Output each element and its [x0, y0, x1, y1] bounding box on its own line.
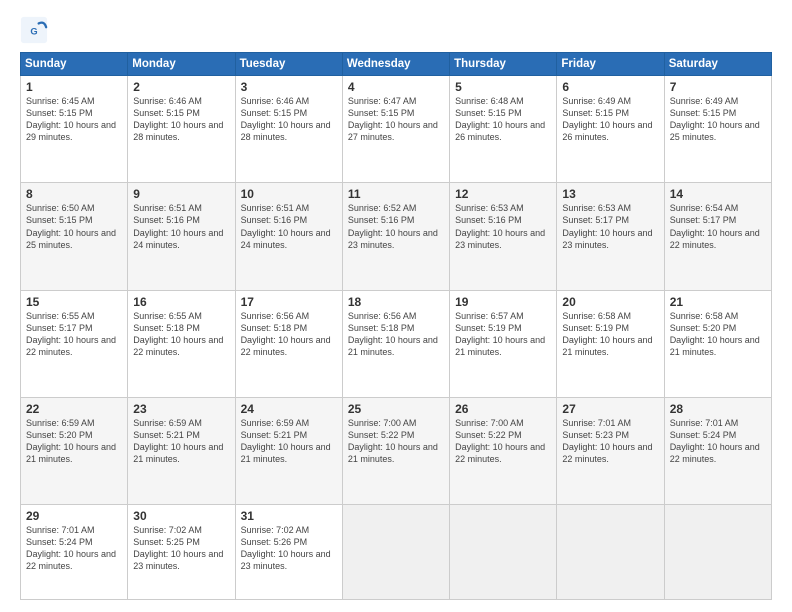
day-cell-30: 30Sunrise: 7:02 AMSunset: 5:25 PMDayligh… — [128, 505, 235, 600]
calendar-week-row: 29Sunrise: 7:01 AMSunset: 5:24 PMDayligh… — [21, 505, 772, 600]
day-cell-21: 21Sunrise: 6:58 AMSunset: 5:20 PMDayligh… — [664, 290, 771, 397]
day-cell-24: 24Sunrise: 6:59 AMSunset: 5:21 PMDayligh… — [235, 397, 342, 504]
empty-cell — [450, 505, 557, 600]
day-cell-16: 16Sunrise: 6:55 AMSunset: 5:18 PMDayligh… — [128, 290, 235, 397]
day-cell-7: 7Sunrise: 6:49 AMSunset: 5:15 PMDaylight… — [664, 76, 771, 183]
header-wednesday: Wednesday — [342, 53, 449, 76]
empty-cell — [664, 505, 771, 600]
day-cell-23: 23Sunrise: 6:59 AMSunset: 5:21 PMDayligh… — [128, 397, 235, 504]
day-cell-2: 2Sunrise: 6:46 AMSunset: 5:15 PMDaylight… — [128, 76, 235, 183]
header-monday: Monday — [128, 53, 235, 76]
day-cell-26: 26Sunrise: 7:00 AMSunset: 5:22 PMDayligh… — [450, 397, 557, 504]
svg-text:G: G — [30, 27, 37, 37]
day-cell-8: 8Sunrise: 6:50 AMSunset: 5:15 PMDaylight… — [21, 183, 128, 290]
day-cell-29: 29Sunrise: 7:01 AMSunset: 5:24 PMDayligh… — [21, 505, 128, 600]
day-cell-17: 17Sunrise: 6:56 AMSunset: 5:18 PMDayligh… — [235, 290, 342, 397]
header-friday: Friday — [557, 53, 664, 76]
logo-icon: G — [20, 16, 48, 44]
day-cell-20: 20Sunrise: 6:58 AMSunset: 5:19 PMDayligh… — [557, 290, 664, 397]
calendar-week-row: 1Sunrise: 6:45 AMSunset: 5:15 PMDaylight… — [21, 76, 772, 183]
day-cell-9: 9Sunrise: 6:51 AMSunset: 5:16 PMDaylight… — [128, 183, 235, 290]
day-cell-31: 31Sunrise: 7:02 AMSunset: 5:26 PMDayligh… — [235, 505, 342, 600]
day-cell-19: 19Sunrise: 6:57 AMSunset: 5:19 PMDayligh… — [450, 290, 557, 397]
day-cell-25: 25Sunrise: 7:00 AMSunset: 5:22 PMDayligh… — [342, 397, 449, 504]
calendar-week-row: 8Sunrise: 6:50 AMSunset: 5:15 PMDaylight… — [21, 183, 772, 290]
day-cell-22: 22Sunrise: 6:59 AMSunset: 5:20 PMDayligh… — [21, 397, 128, 504]
calendar-table: Sunday Monday Tuesday Wednesday Thursday… — [20, 52, 772, 600]
day-cell-12: 12Sunrise: 6:53 AMSunset: 5:16 PMDayligh… — [450, 183, 557, 290]
calendar-page: G Sunday Monday Tuesday Wednesday Thursd… — [0, 0, 792, 612]
day-cell-15: 15Sunrise: 6:55 AMSunset: 5:17 PMDayligh… — [21, 290, 128, 397]
empty-cell — [557, 505, 664, 600]
calendar-week-row: 22Sunrise: 6:59 AMSunset: 5:20 PMDayligh… — [21, 397, 772, 504]
empty-cell — [342, 505, 449, 600]
logo: G — [20, 16, 52, 44]
header-saturday: Saturday — [664, 53, 771, 76]
header-tuesday: Tuesday — [235, 53, 342, 76]
weekday-header-row: Sunday Monday Tuesday Wednesday Thursday… — [21, 53, 772, 76]
day-cell-1: 1Sunrise: 6:45 AMSunset: 5:15 PMDaylight… — [21, 76, 128, 183]
header: G — [20, 16, 772, 44]
header-sunday: Sunday — [21, 53, 128, 76]
day-cell-6: 6Sunrise: 6:49 AMSunset: 5:15 PMDaylight… — [557, 76, 664, 183]
header-thursday: Thursday — [450, 53, 557, 76]
day-cell-18: 18Sunrise: 6:56 AMSunset: 5:18 PMDayligh… — [342, 290, 449, 397]
day-cell-11: 11Sunrise: 6:52 AMSunset: 5:16 PMDayligh… — [342, 183, 449, 290]
day-cell-5: 5Sunrise: 6:48 AMSunset: 5:15 PMDaylight… — [450, 76, 557, 183]
calendar-week-row: 15Sunrise: 6:55 AMSunset: 5:17 PMDayligh… — [21, 290, 772, 397]
day-cell-3: 3Sunrise: 6:46 AMSunset: 5:15 PMDaylight… — [235, 76, 342, 183]
day-cell-4: 4Sunrise: 6:47 AMSunset: 5:15 PMDaylight… — [342, 76, 449, 183]
day-cell-27: 27Sunrise: 7:01 AMSunset: 5:23 PMDayligh… — [557, 397, 664, 504]
day-cell-14: 14Sunrise: 6:54 AMSunset: 5:17 PMDayligh… — [664, 183, 771, 290]
day-cell-28: 28Sunrise: 7:01 AMSunset: 5:24 PMDayligh… — [664, 397, 771, 504]
day-cell-10: 10Sunrise: 6:51 AMSunset: 5:16 PMDayligh… — [235, 183, 342, 290]
day-cell-13: 13Sunrise: 6:53 AMSunset: 5:17 PMDayligh… — [557, 183, 664, 290]
